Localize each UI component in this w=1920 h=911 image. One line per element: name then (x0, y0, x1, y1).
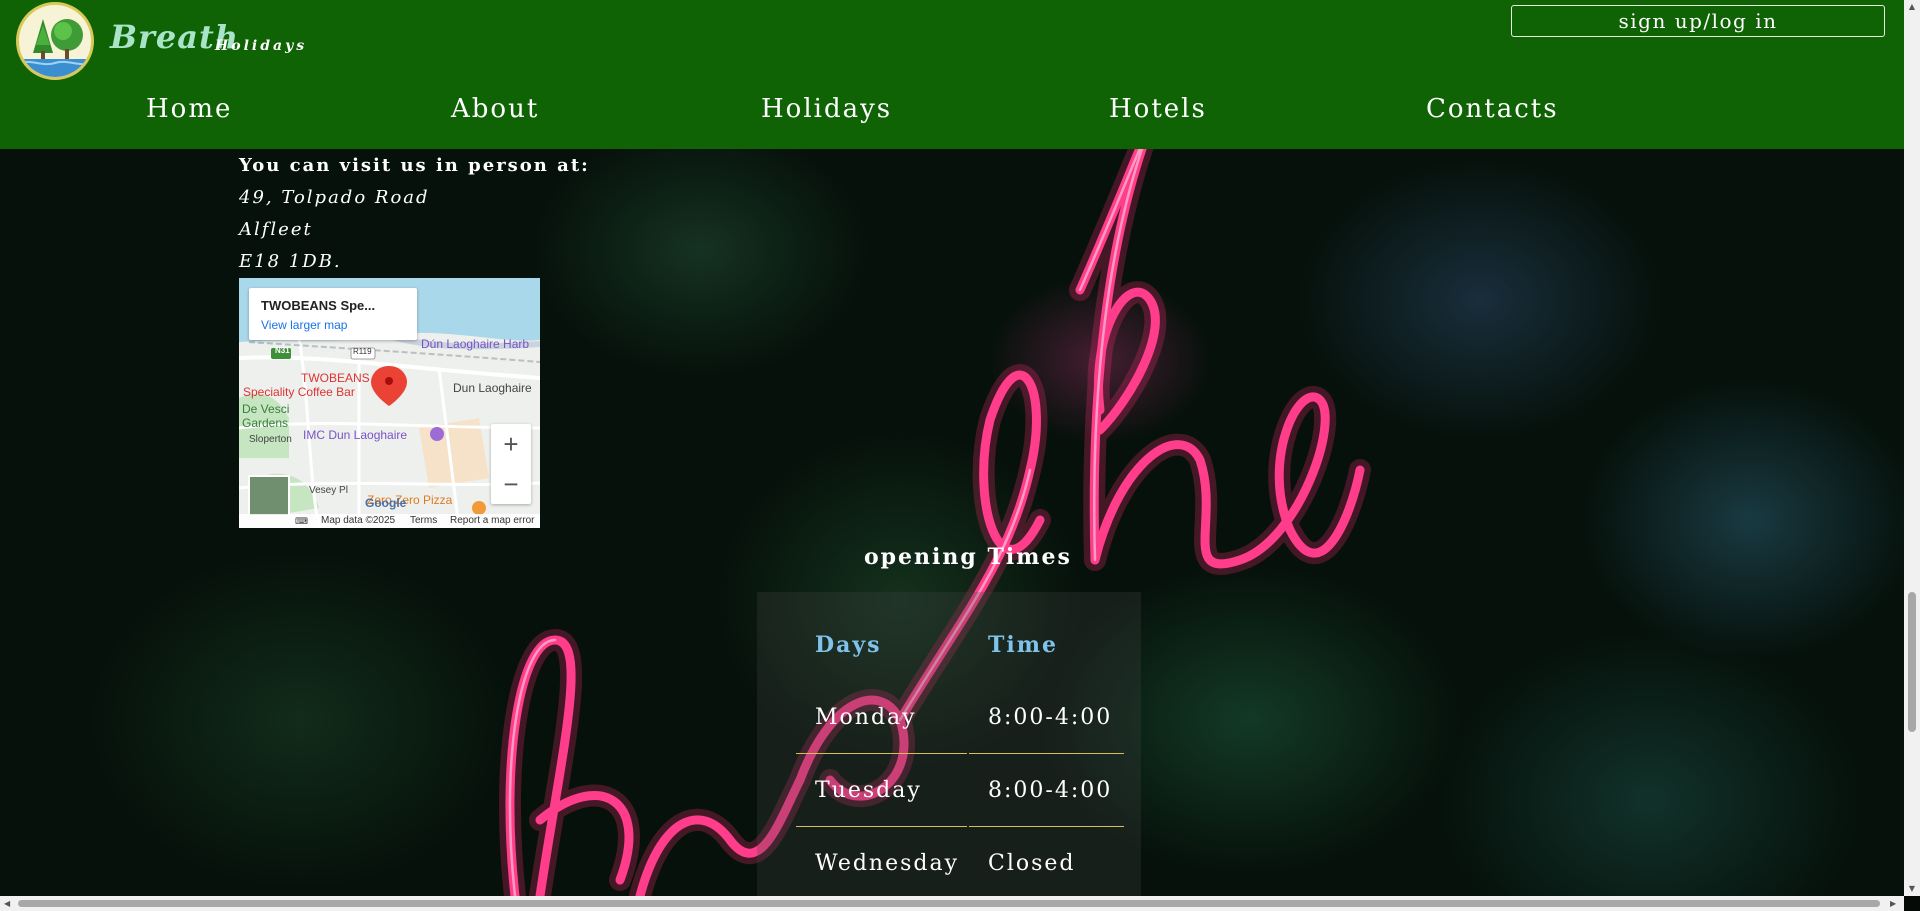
zoom-in-button[interactable]: + (491, 424, 531, 464)
map-place-title: TWOBEANS Spe... (261, 298, 376, 313)
signup-login-button[interactable]: sign up/log in (1511, 5, 1885, 37)
view-larger-map-link[interactable]: View larger map (261, 318, 347, 332)
nav-about[interactable]: About (451, 94, 539, 124)
time-cell: 8:00-4:00 (988, 705, 1113, 730)
scroll-down-arrow-icon[interactable]: ▼ (1904, 884, 1920, 893)
opening-times-title: opening Times (864, 544, 1072, 570)
address-line-postcode: E18 1DB. (239, 251, 342, 272)
map-label-imc: IMC Dun Laoghaire (303, 428, 408, 442)
map-label-harbour: Dún Laoghaire Harb (421, 337, 530, 351)
scroll-left-arrow-icon[interactable]: ◀ (4, 896, 10, 911)
time-cell: Closed (988, 851, 1076, 876)
row-divider (796, 753, 967, 754)
map-pin-icon[interactable] (371, 366, 407, 406)
horizontal-scroll-thumb[interactable] (18, 900, 1880, 907)
report-map-error-link[interactable]: Report a map error (450, 515, 534, 526)
address-line-street: 49, Tolpado Road (239, 187, 430, 208)
nav-hotels[interactable]: Hotels (1109, 94, 1207, 124)
embedded-map[interactable]: TWOBEANS Spe... View larger map N31 R119… (239, 278, 540, 528)
site-header: Breath Holidays sign up/log in Home Abou… (0, 0, 1904, 149)
map-road-n31: N31 (275, 346, 290, 355)
day-cell: Monday (815, 705, 917, 730)
nav-home[interactable]: Home (146, 94, 232, 124)
day-cell: Wednesday (815, 851, 960, 876)
brand-subtitle: Holidays (215, 38, 308, 54)
map-label-marker-2: Speciality Coffee Bar (243, 385, 355, 399)
map-zoom-control: + − (491, 424, 531, 504)
row-divider (796, 826, 967, 827)
visit-heading: You can visit us in person at: (239, 155, 590, 176)
map-label-gardens-1: De Vesci (242, 402, 290, 416)
time-cell: 8:00-4:00 (988, 778, 1113, 803)
map-road-r119: R119 (353, 347, 372, 356)
nav-contacts[interactable]: Contacts (1426, 94, 1559, 124)
map-label-sloperton: Sloperton (249, 434, 292, 445)
tree-logo-icon[interactable] (16, 2, 94, 80)
scroll-right-arrow-icon[interactable]: ▶ (1890, 896, 1896, 911)
days-column-header: Days (815, 632, 882, 658)
map-data-attribution: Map data ©2025 (321, 515, 396, 526)
horizontal-scrollbar[interactable]: ◀ ▶ (0, 896, 1904, 911)
vertical-scroll-thumb[interactable] (1908, 592, 1916, 732)
google-logo: Google (365, 496, 407, 510)
map-footer: ⌨ Map data ©2025 Terms Report a map erro… (239, 514, 540, 528)
scroll-up-arrow-icon[interactable]: ▲ (1904, 2, 1920, 11)
row-divider (969, 826, 1124, 827)
nav-holidays[interactable]: Holidays (761, 94, 892, 124)
row-divider (969, 753, 1124, 754)
map-label-marker-1: TWOBEANS (301, 371, 370, 385)
keyboard-icon[interactable]: ⌨ (295, 516, 308, 527)
map-label-gardens-2: Gardens (242, 416, 289, 430)
vertical-scrollbar[interactable]: ▲ ▼ (1904, 0, 1920, 896)
address-line-town: Alfleet (239, 219, 313, 240)
day-cell: Tuesday (815, 778, 922, 803)
time-column-header: Time (988, 632, 1059, 658)
map-label-town: Dun Laoghaire (453, 381, 532, 395)
map-label-vesey: Vesey Pl (309, 485, 348, 496)
map-terms-link[interactable]: Terms (410, 515, 437, 526)
map-place-card: TWOBEANS Spe... View larger map (249, 288, 417, 340)
zoom-out-button[interactable]: − (491, 464, 531, 504)
